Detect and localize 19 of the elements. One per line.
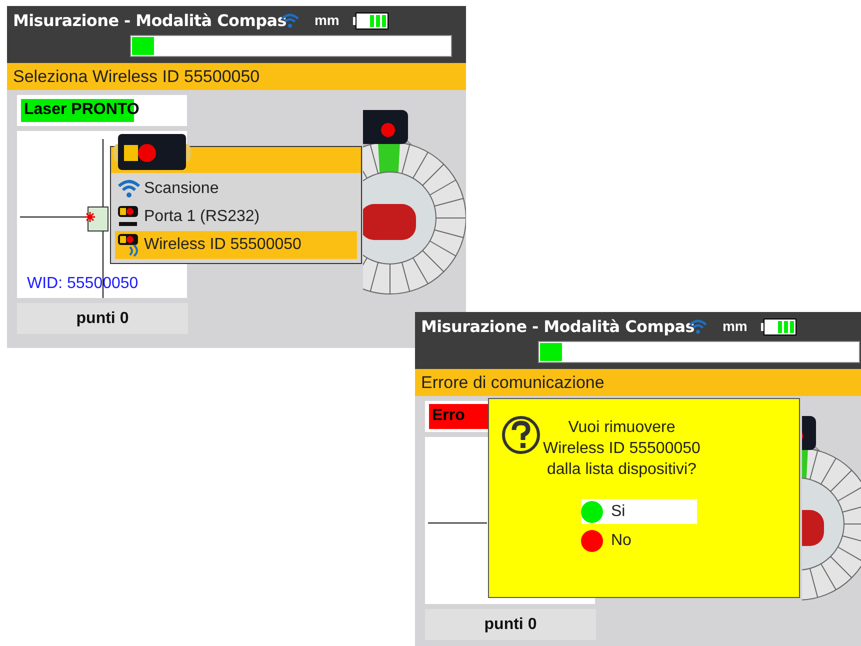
laser-spot-icon <box>85 212 95 222</box>
question-icon <box>501 415 541 455</box>
battery-icon <box>761 318 798 336</box>
menu-item[interactable]: Scansione <box>115 175 357 203</box>
menu-item[interactable]: Porta 1 (RS232) <box>115 203 357 231</box>
points-button[interactable]: punti 0 <box>17 303 188 334</box>
status-bar: Seleziona Wireless ID 55500050 <box>7 63 466 90</box>
unit-label: mm <box>314 11 340 30</box>
screen-title: Misurazione - Modalità Compas <box>421 316 694 338</box>
status-bar: Errore di comunicazione <box>415 369 861 396</box>
wifi-icon <box>116 179 142 199</box>
points-button[interactable]: punti 0 <box>425 609 596 640</box>
dialog-option[interactable]: No <box>581 528 697 553</box>
dialog-option[interactable]: Si <box>581 499 697 524</box>
battery-icon <box>353 12 390 30</box>
menu-item[interactable]: Wireless ID 55500050 <box>115 231 357 259</box>
screen-title: Misurazione - Modalità Compas <box>13 10 286 32</box>
axis-line <box>428 522 487 524</box>
unit-label: mm <box>722 317 748 336</box>
